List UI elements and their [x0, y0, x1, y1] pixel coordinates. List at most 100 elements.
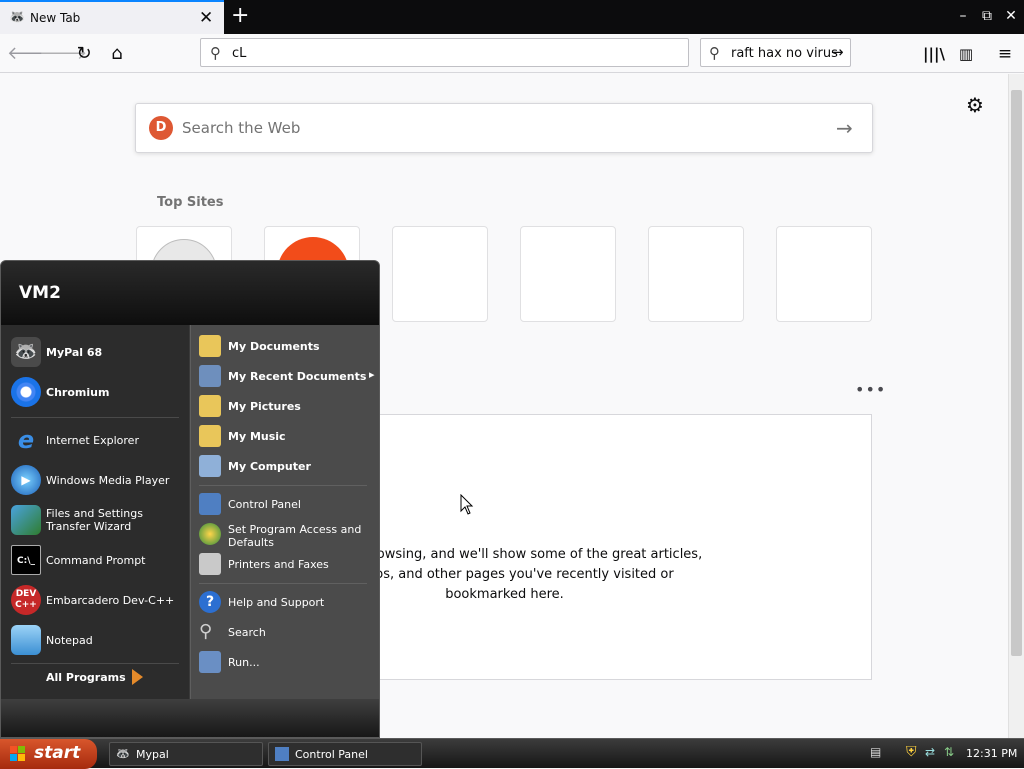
- start-item-label: Run...: [228, 656, 260, 669]
- gear-icon[interactable]: ⚙: [966, 93, 984, 117]
- search-bar[interactable]: ⚲ raft hax no virus →: [700, 38, 851, 67]
- top-site-tile[interactable]: [776, 226, 872, 322]
- start-item-label: My Recent Documents: [228, 370, 367, 383]
- wmp-icon: ▶: [11, 465, 41, 495]
- close-window-button[interactable]: ✕: [1001, 5, 1021, 27]
- browser-titlebar: 🦝 New Tab ✕ + – ⧉ ✕: [0, 0, 1024, 34]
- start-item-program-access[interactable]: Set Program Access and Defaults: [199, 521, 377, 551]
- start-item-notepad[interactable]: Notepad: [9, 623, 185, 659]
- top-site-tile[interactable]: [392, 226, 488, 322]
- start-item-label: Windows Media Player: [46, 474, 170, 487]
- start-item-my-pictures[interactable]: My Pictures: [199, 393, 377, 419]
- start-item-label: Command Prompt: [46, 554, 146, 567]
- start-item-label: Files and Settings Transfer Wizard: [46, 507, 143, 533]
- notepad-icon: [11, 625, 41, 655]
- scrollbar-thumb[interactable]: [1011, 90, 1022, 656]
- start-item-transfer-wizard[interactable]: Files and Settings Transfer Wizard: [9, 503, 185, 539]
- back-button[interactable]: 🡐: [7, 41, 55, 67]
- search-input[interactable]: raft hax no virus: [731, 46, 838, 61]
- start-item-chromium[interactable]: Chromium: [9, 375, 185, 411]
- start-menu-header: VM2: [1, 261, 379, 325]
- cmd-icon: C:\_: [11, 545, 41, 575]
- program-access-icon: [199, 523, 221, 545]
- start-item-search[interactable]: ⚲ Search: [199, 619, 377, 645]
- top-sites-heading: Top Sites: [157, 195, 224, 210]
- start-item-label: My Documents: [228, 340, 320, 353]
- folder-music-icon: [199, 425, 221, 447]
- library-icon[interactable]: |||\: [921, 41, 947, 67]
- start-item-label: My Music: [228, 430, 286, 443]
- separator: [199, 485, 367, 486]
- restore-button[interactable]: ⧉: [977, 5, 997, 27]
- all-programs-button[interactable]: All Programs: [46, 671, 126, 684]
- start-item-devcpp[interactable]: DEV C++ Embarcadero Dev-C++: [9, 583, 185, 619]
- start-item-label: Internet Explorer: [46, 434, 139, 447]
- url-bar[interactable]: ⚲ cL: [200, 38, 689, 67]
- start-item-printers[interactable]: Printers and Faxes: [199, 551, 377, 577]
- start-item-windows-media-player[interactable]: ▶ Windows Media Player: [9, 463, 185, 499]
- taskbar-item-label: Mypal: [136, 748, 169, 761]
- start-item-help[interactable]: ? Help and Support: [199, 589, 377, 615]
- hamburger-menu-icon[interactable]: ≡: [992, 41, 1018, 67]
- start-item-my-computer[interactable]: My Computer: [199, 453, 377, 479]
- top-site-tile[interactable]: [648, 226, 744, 322]
- start-item-label: Set Program Access and Defaults: [228, 523, 362, 549]
- start-item-label: Control Panel: [228, 498, 301, 511]
- taskbar-item-mypal[interactable]: 🦝 Mypal: [109, 742, 263, 766]
- start-item-control-panel[interactable]: Control Panel: [199, 491, 377, 517]
- taskbar: start 🦝 Mypal Control Panel ▤ ⛨ ⇄ ⇅ 12:3…: [0, 738, 1024, 769]
- network-icon[interactable]: ⇄: [925, 745, 935, 759]
- start-item-internet-explorer[interactable]: e Internet Explorer: [9, 423, 185, 459]
- reload-button[interactable]: ↻: [71, 41, 97, 67]
- start-button[interactable]: start: [0, 739, 97, 769]
- start-item-run[interactable]: Run...: [199, 649, 377, 675]
- help-icon: ?: [199, 591, 221, 613]
- page-scrollbar[interactable]: [1008, 74, 1024, 738]
- web-search-box[interactable]: D Search the Web →: [135, 103, 873, 153]
- keyboard-icon[interactable]: ▤: [870, 745, 881, 759]
- sidebar-icon[interactable]: ▥: [953, 41, 979, 67]
- control-panel-icon: [275, 747, 289, 761]
- start-menu: VM2 🦝 MyPal 68 Chromium e Internet Explo…: [0, 260, 380, 738]
- start-item-label: Chromium: [46, 386, 110, 399]
- network-status-icon[interactable]: ⇅: [944, 745, 954, 759]
- start-item-my-recent-documents[interactable]: My Recent Documents ▸: [199, 363, 377, 389]
- start-item-my-music[interactable]: My Music: [199, 423, 377, 449]
- security-shield-icon[interactable]: ⛨: [906, 744, 917, 760]
- chromium-icon: [11, 377, 41, 407]
- separator: [11, 417, 179, 418]
- start-item-mypal[interactable]: 🦝 MyPal 68: [9, 335, 185, 371]
- start-item-label: Help and Support: [228, 596, 325, 609]
- start-menu-places: My Documents My Recent Documents ▸ My Pi…: [190, 325, 379, 699]
- search-icon: ⚲: [210, 44, 221, 62]
- start-menu-footer: [1, 699, 379, 737]
- mouse-cursor-icon: [460, 494, 474, 515]
- devcpp-icon: DEV C++: [11, 585, 41, 615]
- start-item-command-prompt[interactable]: C:\_ Command Prompt: [9, 543, 185, 579]
- forward-button[interactable]: 🡒: [39, 41, 87, 67]
- taskbar-item-control-panel[interactable]: Control Panel: [268, 742, 422, 766]
- separator: [199, 583, 367, 584]
- taskbar-item-label: Control Panel: [295, 748, 368, 761]
- highlights-more-icon[interactable]: •••: [855, 380, 886, 399]
- search-go-icon[interactable]: →: [831, 43, 844, 61]
- user-name: VM2: [19, 283, 61, 303]
- home-button[interactable]: ⌂: [104, 41, 130, 67]
- new-tab-button[interactable]: +: [231, 4, 249, 28]
- windows-flag-icon: [10, 746, 25, 761]
- start-item-my-documents[interactable]: My Documents: [199, 333, 377, 359]
- ie-icon: e: [17, 426, 35, 454]
- mypal-icon: 🦝: [116, 747, 130, 760]
- minimize-button[interactable]: –: [953, 5, 973, 27]
- web-search-placeholder: Search the Web: [182, 119, 301, 137]
- start-menu-programs: 🦝 MyPal 68 Chromium e Internet Explorer …: [1, 325, 189, 699]
- arrow-right-icon[interactable]: →: [836, 116, 853, 140]
- url-input[interactable]: cL: [232, 46, 246, 61]
- clock[interactable]: 12:31 PM: [966, 747, 1017, 760]
- start-item-label: My Pictures: [228, 400, 301, 413]
- tab-new-tab[interactable]: 🦝 New Tab ✕: [0, 0, 224, 34]
- tab-close-icon[interactable]: ✕: [199, 9, 213, 27]
- recent-documents-icon: [199, 365, 221, 387]
- top-site-tile[interactable]: [520, 226, 616, 322]
- start-item-label: Search: [228, 626, 266, 639]
